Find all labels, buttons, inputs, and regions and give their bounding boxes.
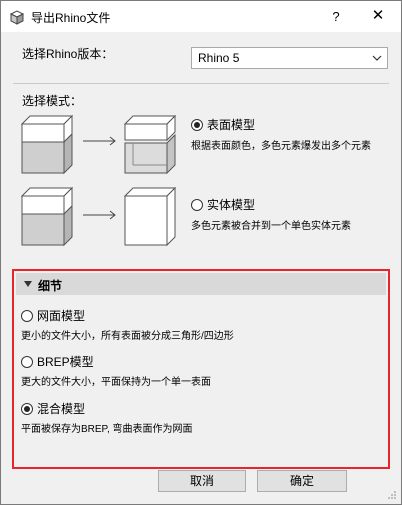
ok-button[interactable]: 确定 xyxy=(257,470,347,492)
triangle-down-icon xyxy=(24,281,32,287)
arrow-right-icon xyxy=(83,136,116,146)
brep-model-desc: 更大的文件大小，平面保持为一个单一表面 xyxy=(21,377,211,388)
hybrid-model-label: 混合模型 xyxy=(37,402,86,416)
radio-indicator xyxy=(21,355,33,368)
radio-indicator xyxy=(21,309,33,322)
cancel-button[interactable]: 取消 xyxy=(158,470,246,492)
mesh-model-label: 网面模型 xyxy=(37,309,86,323)
surface-exploded-cube-icon xyxy=(124,115,176,175)
details-header[interactable]: 细节 xyxy=(16,273,386,295)
radio-indicator xyxy=(21,402,33,415)
solid-model-desc: 多色元素被合并到一个单色实体元素 xyxy=(191,221,351,232)
window-title: 导出Rhino文件 xyxy=(31,11,111,25)
title-bar: 导出Rhino文件 ? ✕ xyxy=(1,1,401,32)
hybrid-model-radio[interactable]: 混合模型 xyxy=(21,400,85,417)
close-button[interactable]: ✕ xyxy=(363,5,393,27)
surface-source-cube-icon xyxy=(21,115,73,175)
solid-merged-cube-icon xyxy=(124,187,176,247)
details-section: 细节 网面模型 更小的文件大小，所有表面被分成三角形/四边形 BREP模型 更大… xyxy=(12,269,390,469)
help-button[interactable]: ? xyxy=(321,6,351,28)
version-label: 选择Rhino版本： xyxy=(22,47,114,61)
surface-model-desc: 根据表面颜色，多色元素爆发出多个元素 xyxy=(191,141,371,152)
mesh-model-desc: 更小的文件大小，所有表面被分成三角形/四边形 xyxy=(21,331,234,342)
solid-model-radio[interactable]: 实体模型 xyxy=(191,196,255,213)
dialog-content: 选择Rhino版本： Rhino 5 选择模式： 表面模型 根据表面颜色，多色元… xyxy=(1,32,401,504)
export-rhino-dialog: 导出Rhino文件 ? ✕ 选择Rhino版本： Rhino 5 选择模式： 表… xyxy=(0,0,402,505)
brep-model-radio[interactable]: BREP模型 xyxy=(21,353,94,370)
radio-indicator xyxy=(191,198,203,211)
mode-label: 选择模式： xyxy=(22,94,83,108)
version-select[interactable]: Rhino 5 xyxy=(191,47,388,69)
brep-model-label: BREP模型 xyxy=(37,355,94,369)
surface-model-radio[interactable]: 表面模型 xyxy=(191,116,255,133)
mesh-model-radio[interactable]: 网面模型 xyxy=(21,307,85,324)
separator xyxy=(13,83,389,84)
chevron-down-icon xyxy=(372,55,382,61)
solid-source-cube-icon xyxy=(21,187,73,247)
solid-model-label: 实体模型 xyxy=(207,198,256,212)
version-selected-value: Rhino 5 xyxy=(198,51,240,65)
rhino-cube-icon xyxy=(9,10,25,25)
arrow-right-icon xyxy=(83,210,116,220)
surface-model-label: 表面模型 xyxy=(207,118,256,132)
resize-grip-icon[interactable] xyxy=(387,490,397,500)
hybrid-model-desc: 平面被保存为BREP, 弯曲表面作为网面 xyxy=(21,424,193,435)
radio-indicator xyxy=(191,118,203,131)
details-title: 细节 xyxy=(38,279,63,293)
